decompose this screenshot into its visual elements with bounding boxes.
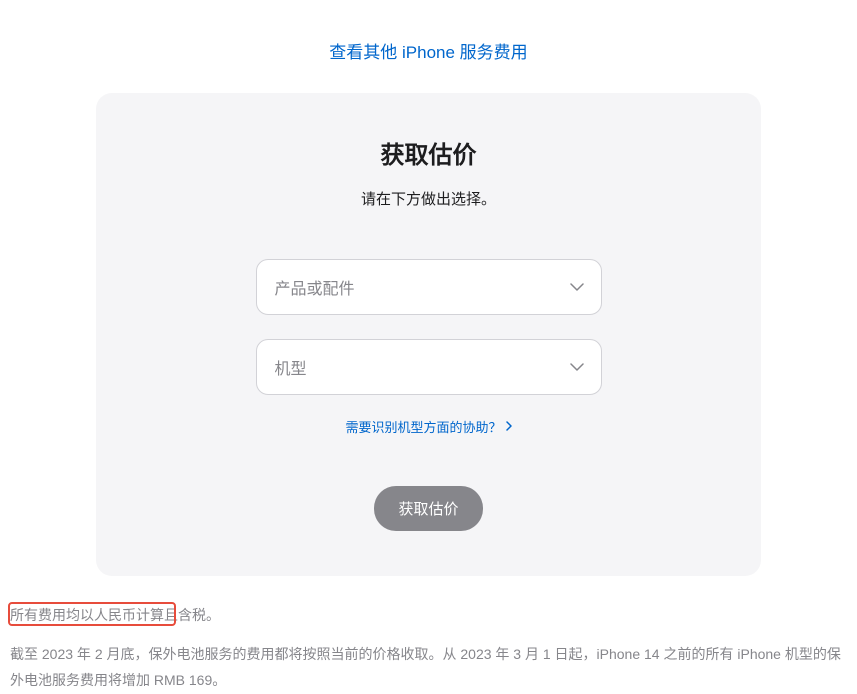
footer-line-1: 所有费用均以人民币计算且含税。 <box>10 602 847 629</box>
other-services-link[interactable]: 查看其他 iPhone 服务费用 <box>329 43 527 62</box>
card-subtitle: 请在下方做出选择。 <box>136 188 721 209</box>
product-select-placeholder: 产品或配件 <box>275 275 355 299</box>
help-link-label: 需要识别机型方面的协助？ <box>345 417 501 436</box>
identify-model-help-link[interactable]: 需要识别机型方面的协助？ <box>345 417 511 436</box>
model-select[interactable]: 机型 <box>256 339 602 395</box>
estimate-card: 获取估价 请在下方做出选择。 产品或配件 机型 需要识别机型方面的协助？ 获取估… <box>96 93 761 576</box>
card-title: 获取估价 <box>136 135 721 170</box>
footer-line-2: 截至 2023 年 2 月底，保外电池服务的费用都将按照当前的价格收取。从 20… <box>10 641 847 694</box>
model-select-placeholder: 机型 <box>275 355 307 379</box>
product-select[interactable]: 产品或配件 <box>256 259 602 315</box>
footer-notes: 所有费用均以人民币计算且含税。 截至 2023 年 2 月底，保外电池服务的费用… <box>0 576 857 694</box>
product-select-wrap: 产品或配件 <box>256 259 602 315</box>
get-estimate-button[interactable]: 获取估价 <box>374 486 482 531</box>
top-link-wrap: 查看其他 iPhone 服务费用 <box>0 0 857 63</box>
chevron-right-icon <box>506 419 512 434</box>
model-select-wrap: 机型 <box>256 339 602 395</box>
